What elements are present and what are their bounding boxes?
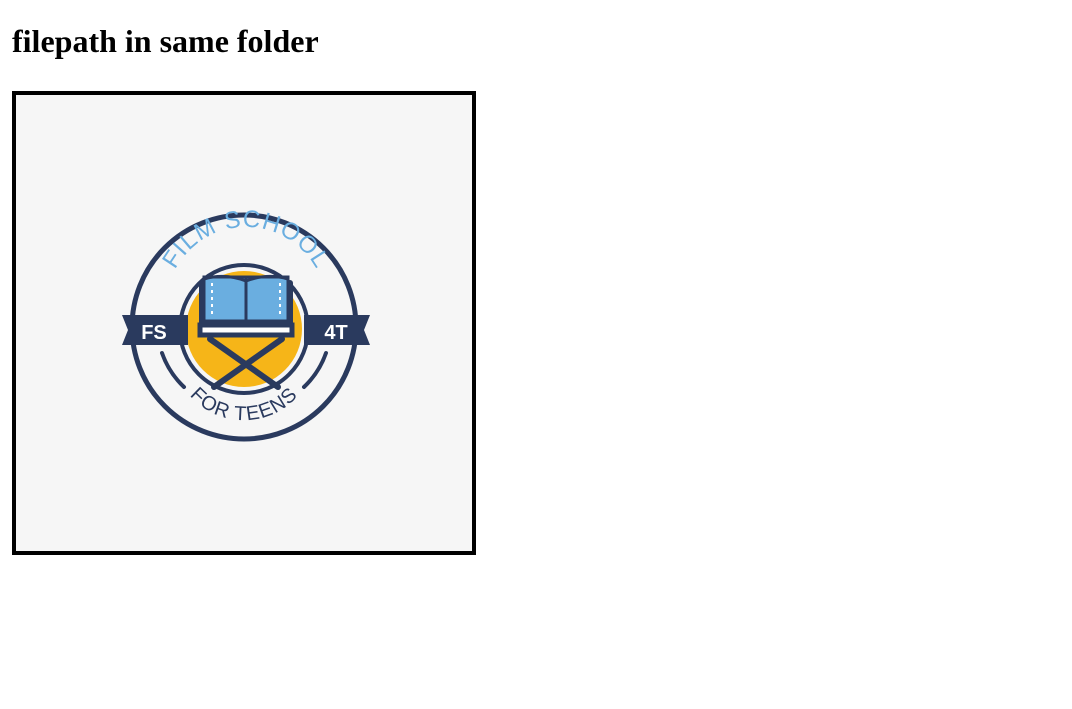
banner-left-text: FS [141,322,167,344]
banner-right-text: 4T [324,322,347,344]
page-title: filepath in same folder [12,23,319,59]
open-book-icon [202,274,290,323]
logo-image: FS 4T FILM SCHOOL FOR TEENS [12,91,476,555]
fs4t-logo: FS 4T FILM SCHOOL FOR TEENS [16,95,472,551]
